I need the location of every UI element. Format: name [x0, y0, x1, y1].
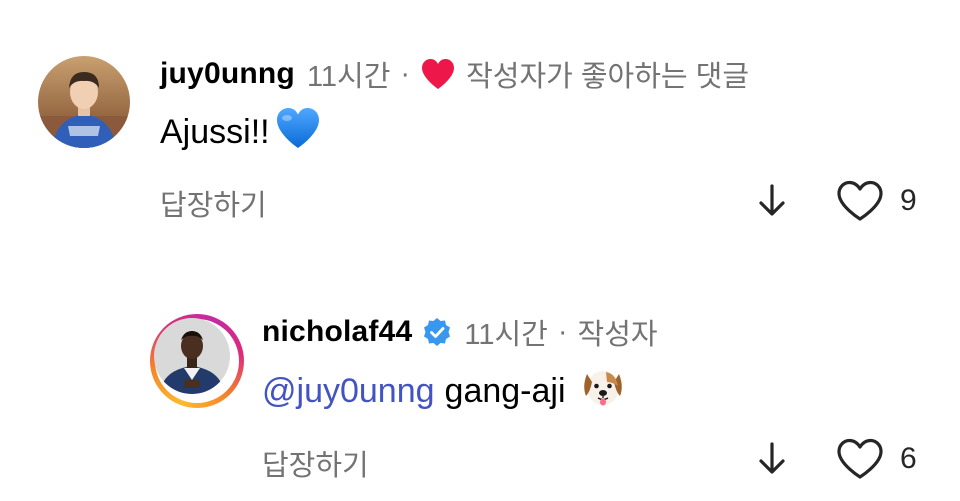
username[interactable]: juy0unng	[160, 57, 295, 91]
avatar[interactable]	[38, 56, 130, 148]
separator: ·	[557, 315, 568, 348]
reply-comment-item: nicholaf44 11시간 · 작성자 @juy0unng gang-aji	[0, 250, 960, 501]
comment-text: Ajussi!!	[160, 106, 322, 159]
liked-by-author-label: 작성자가 좋아하는 댓글	[466, 61, 749, 93]
heart-outline-icon[interactable]	[836, 180, 884, 222]
comment-header: juy0unng 11시간 · 작성자가 좋아하는 댓글	[160, 54, 749, 94]
verified-badge-icon	[422, 317, 452, 347]
story-ring[interactable]	[150, 314, 244, 408]
like-count: 9	[900, 184, 917, 217]
reply-button[interactable]: 답장하기	[160, 182, 267, 224]
author-label: 작성자	[577, 319, 658, 351]
comment-body: Ajussi!!	[160, 112, 270, 151]
heart-liked-icon	[420, 58, 456, 90]
mention-link[interactable]: @juy0unng	[262, 372, 435, 411]
reply-button[interactable]: 답장하기	[262, 442, 369, 484]
username[interactable]: nicholaf44	[262, 315, 412, 349]
comment-header: nicholaf44 11시간 · 작성자	[262, 312, 658, 352]
down-arrow-icon[interactable]	[756, 182, 788, 218]
comment-item: juy0unng 11시간 · 작성자가 좋아하는 댓글 Ajussi!! 답장…	[0, 0, 960, 250]
heart-outline-icon[interactable]	[836, 438, 884, 480]
down-arrow-icon[interactable]	[756, 440, 788, 476]
dog-face-emoji	[580, 366, 626, 417]
timestamp: 11시간	[306, 61, 391, 93]
avatar[interactable]	[154, 318, 230, 394]
blue-heart-emoji	[274, 106, 322, 159]
like-count: 6	[900, 442, 917, 475]
comment-text: @juy0unng gang-aji	[262, 367, 626, 415]
timestamp: 11시간	[464, 319, 548, 351]
comment-body: gang-aji	[444, 371, 566, 410]
separator: ·	[400, 57, 411, 90]
